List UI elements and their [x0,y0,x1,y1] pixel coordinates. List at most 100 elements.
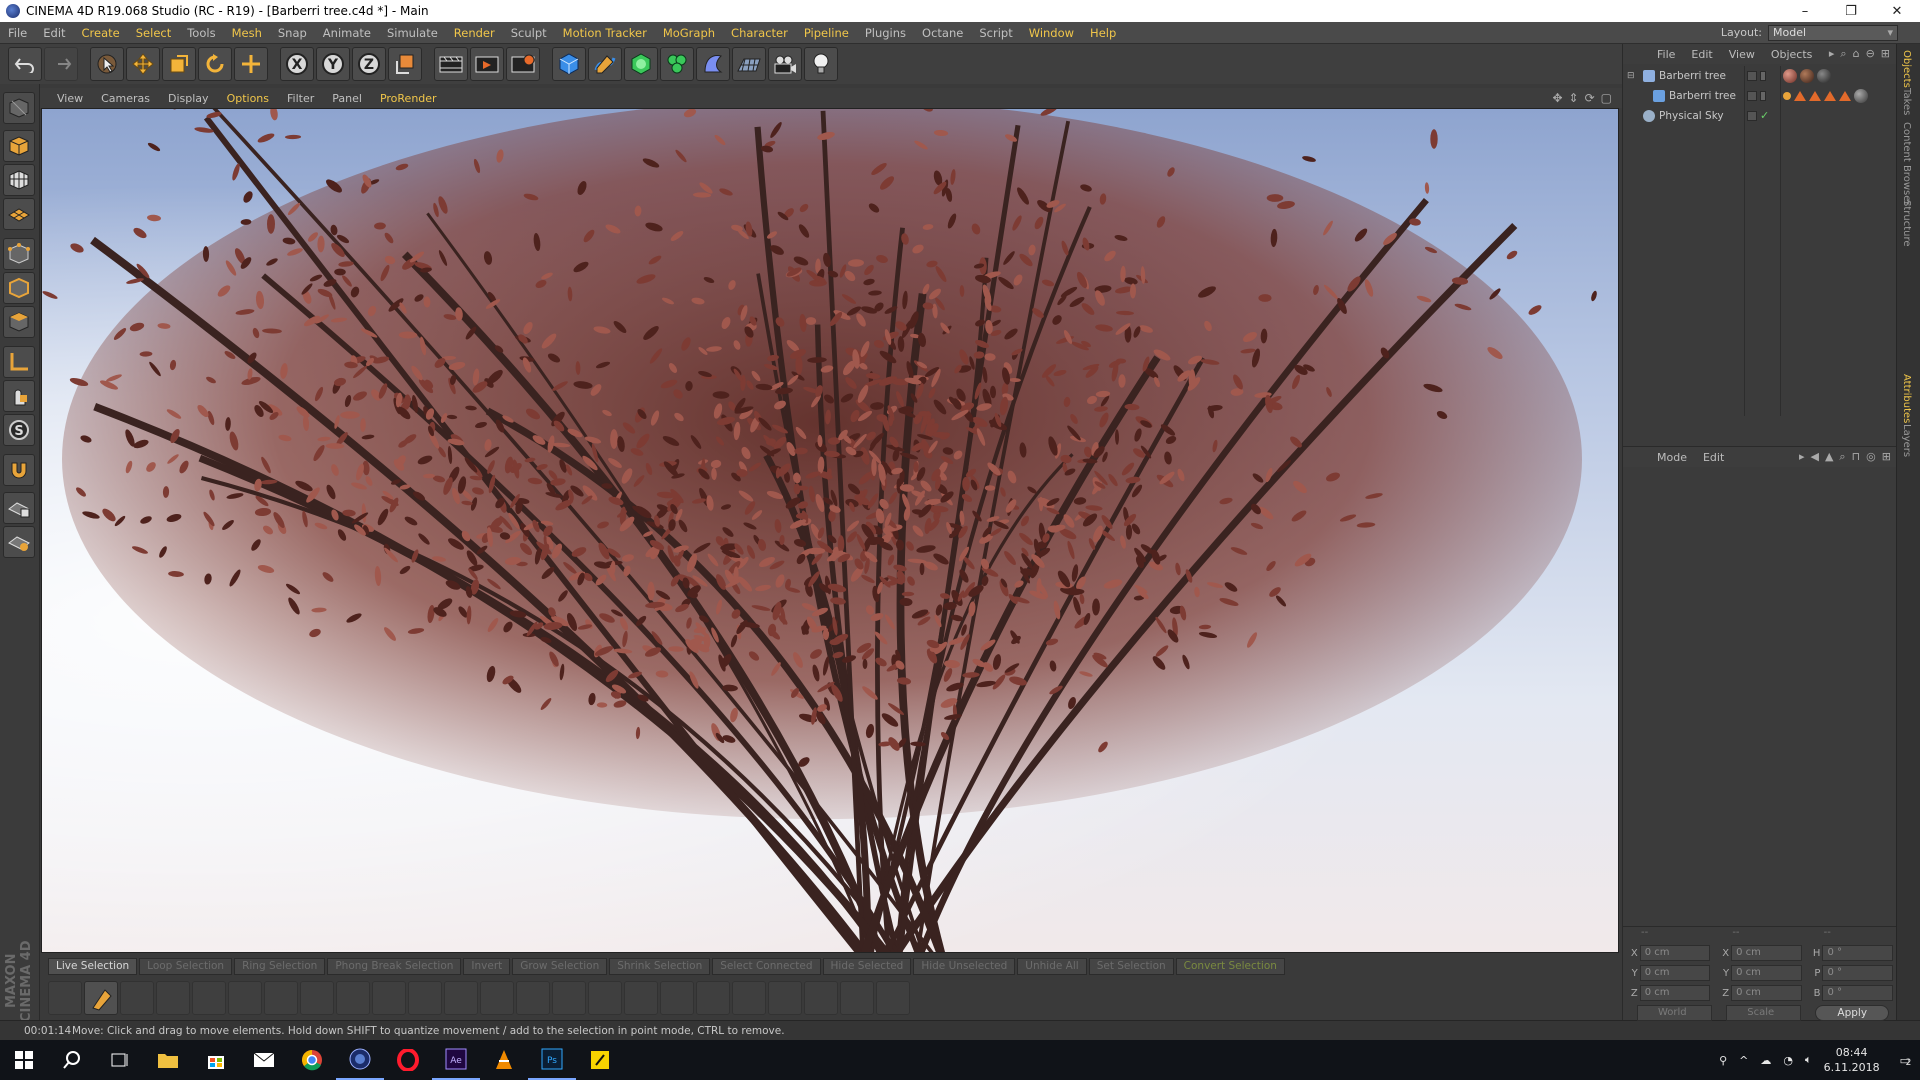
render-flag[interactable] [1760,91,1766,101]
tab-layers[interactable]: Layers [1901,424,1912,457]
menu-tools[interactable]: Tools [179,26,223,40]
apply-button[interactable]: Apply [1815,1005,1889,1021]
cinema4d-taskbar-icon[interactable] [336,1040,384,1080]
viewport-menu-panel[interactable]: Panel [323,92,371,105]
target-icon[interactable]: ◎ [1866,450,1876,464]
z-axis-lock-icon[interactable]: Z [352,47,386,81]
file-explorer-icon[interactable] [144,1040,192,1080]
render-to-picture-viewer-icon[interactable] [470,47,504,81]
search-icon[interactable] [48,1040,96,1080]
polygon-selection-tag-icon[interactable] [1794,91,1806,101]
clone-icon[interactable] [624,981,658,1015]
floor-icon[interactable] [732,47,766,81]
link-icon[interactable]: ⊖ [1866,47,1875,61]
collapse-icon[interactable]: ⊟ [1627,71,1635,81]
unhide-all-button[interactable]: Unhide All [1017,957,1087,975]
x-axis-lock-icon[interactable]: X [280,47,314,81]
coordinate-field[interactable]: 0 cm [1639,965,1711,981]
light-icon[interactable] [804,47,838,81]
photoshop-icon[interactable]: Ps [528,1040,576,1080]
material-tag-icon[interactable] [1783,69,1797,83]
polygon-selection-tag-icon[interactable] [1824,91,1836,101]
locked-workplane-icon[interactable] [3,492,35,524]
menu-motion-tracker[interactable]: Motion Tracker [555,26,655,40]
om-menu-objects[interactable]: Objects [1763,48,1821,61]
coordinate-field[interactable]: 0 ° [1822,985,1894,1001]
dissolve-icon[interactable] [444,981,478,1015]
dolly-icon[interactable]: ⇕ [1569,91,1579,105]
coordinate-field[interactable]: 0 cm [1731,965,1802,981]
bridge-icon[interactable] [264,981,298,1015]
menu-create[interactable]: Create [74,26,128,40]
menu-character[interactable]: Character [723,26,796,40]
visibility-flag[interactable] [1747,111,1757,121]
camera-icon[interactable] [768,47,802,81]
object-row[interactable]: Physical Sky ✓ [1623,106,1897,126]
close-button[interactable]: ✕ [1874,0,1920,22]
chevron-right-icon[interactable]: ▸ [1799,450,1805,464]
after-effects-icon[interactable]: Ae [432,1040,480,1080]
clock[interactable]: 08:44 6.11.2018 [1824,1045,1880,1075]
tab-structure[interactable]: Structure [1901,200,1912,247]
menu-sculpt[interactable]: Sculpt [503,26,555,40]
perspective-viewport[interactable] [41,108,1619,953]
am-menu-edit[interactable]: Edit [1695,451,1732,464]
invert-button[interactable]: Invert [463,957,511,975]
object-row[interactable]: Barberri tree [1623,86,1897,106]
bevel-icon[interactable] [228,981,262,1015]
ring-selection-button[interactable]: Ring Selection [234,957,326,975]
axis-mode-icon[interactable] [3,346,35,378]
menu-octane[interactable]: Octane [914,26,971,40]
chevron-right-icon[interactable]: ▸ [1829,47,1835,61]
menu-file[interactable]: File [0,26,35,40]
menu-help[interactable]: Help [1082,26,1124,40]
disconnect-icon[interactable] [660,981,694,1015]
render-flag[interactable] [1760,71,1766,81]
loop-selection-button[interactable]: Loop Selection [139,957,233,975]
volume-icon[interactable]: 🔈︎ [1805,1053,1812,1067]
search-icon[interactable]: ⌕ [1839,450,1845,464]
chrome-icon[interactable] [288,1040,336,1080]
undo-button[interactable] [8,47,42,81]
pan-icon[interactable]: ✥ [1552,91,1562,105]
sticky-notes-icon[interactable] [576,1040,624,1080]
extrude-icon[interactable] [156,981,190,1015]
am-menu-mode[interactable]: Mode [1649,451,1695,464]
live-selection-tool-icon[interactable] [90,47,124,81]
new-panel-icon[interactable]: ⊞ [1881,47,1890,61]
om-menu-view[interactable]: View [1721,48,1763,61]
viewport-menu-filter[interactable]: Filter [278,92,323,105]
chevron-up-icon[interactable]: ^ [1739,1054,1748,1067]
back-arrow-icon[interactable]: ◀ [1810,450,1818,464]
menu-snap[interactable]: Snap [270,26,315,40]
extrude-inner-icon[interactable] [192,981,226,1015]
solo-button-icon[interactable]: S [3,414,35,446]
onedrive-icon[interactable]: ☁ [1760,1054,1771,1067]
polygon-selection-tag-icon[interactable] [1839,91,1851,101]
menu-window[interactable]: Window [1021,26,1082,40]
wifi-icon[interactable]: ◔ [1783,1054,1793,1067]
rotate-tool-icon[interactable] [198,47,232,81]
polygon-selection-tag-icon[interactable] [1809,91,1821,101]
enabled-check-icon[interactable]: ✓ [1760,110,1769,121]
coordinate-field[interactable]: 0 ° [1822,965,1894,981]
menu-mograph[interactable]: MoGraph [655,26,723,40]
deformer-icon[interactable] [696,47,730,81]
connect-icon[interactable] [372,981,406,1015]
menu-edit[interactable]: Edit [35,26,73,40]
close-hole-icon[interactable] [336,981,370,1015]
scale-tool-icon[interactable] [162,47,196,81]
polygons-mode-icon[interactable] [3,306,35,338]
material-tag-icon[interactable] [1817,69,1831,83]
array-icon[interactable] [588,981,622,1015]
orbit-icon[interactable]: ⟳ [1585,91,1595,105]
menu-select[interactable]: Select [128,26,179,40]
coordinate-field[interactable]: 0 cm [1639,985,1711,1001]
weld-icon[interactable] [552,981,586,1015]
stitch-icon[interactable] [768,981,802,1015]
planar-workplane-icon[interactable] [3,526,35,558]
mirror-icon[interactable] [732,981,766,1015]
tab-attributes[interactable]: Attributes [1901,374,1912,423]
viewport-menu-display[interactable]: Display [159,92,218,105]
melt-icon[interactable] [408,981,442,1015]
